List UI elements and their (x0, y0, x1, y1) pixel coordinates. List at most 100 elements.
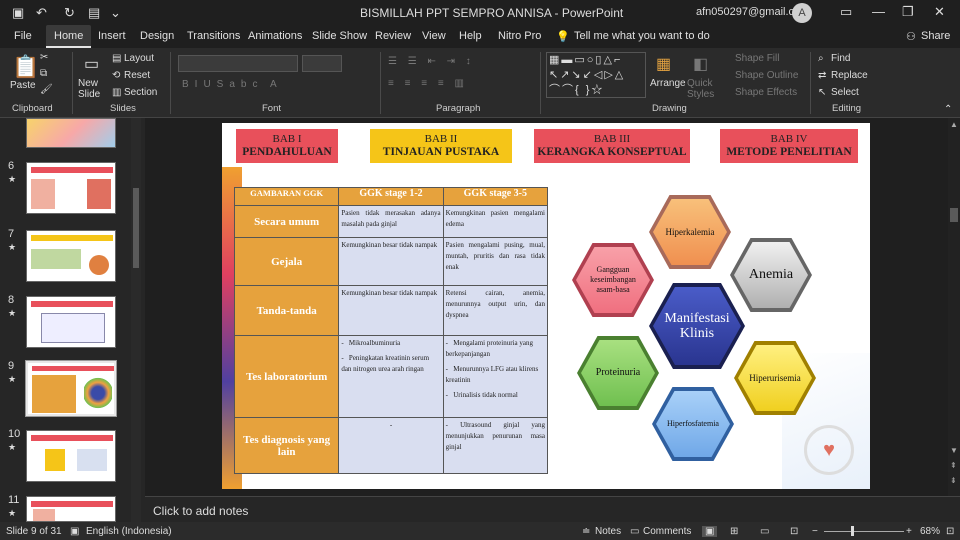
zoom-in-icon[interactable]: + (906, 526, 912, 537)
replace-icon: ⇄ (818, 70, 827, 81)
close-icon[interactable]: ✕ (934, 4, 945, 20)
slide-thumbnail-6[interactable] (26, 162, 116, 214)
redo-icon[interactable]: ↻ (64, 5, 75, 21)
font-name-select[interactable] (178, 55, 298, 72)
bab-title: PENDAHULUAN (242, 146, 332, 158)
table-cell: Kemungkinan besar tidak nampak (338, 237, 444, 286)
animation-star-icon: ★ (8, 242, 17, 252)
table-row: Tes laboratorium - Mikroalbuminuria - Pe… (233, 335, 549, 418)
tab-view[interactable]: View (422, 30, 446, 42)
section-button[interactable]: Section (124, 87, 157, 98)
slide-number: 10 (8, 428, 21, 440)
thumbnail-scrollbar[interactable] (131, 118, 141, 522)
slide-thumbnail-7[interactable] (26, 230, 116, 282)
paste-icon[interactable]: 📋 (12, 54, 39, 80)
quick-styles-button[interactable]: Quick Styles (687, 78, 719, 100)
hex-proteinuria[interactable]: Proteinuria (577, 336, 659, 410)
minimize-icon[interactable]: — (872, 4, 885, 19)
bab-4-box[interactable]: BAB IV METODE PENELITIAN (720, 129, 858, 163)
font-size-select[interactable] (302, 55, 342, 72)
table-header-row: GAMBARAN GGK GGK stage 1-2 GGK stage 3-5 (233, 187, 549, 206)
avatar[interactable]: A (792, 3, 812, 23)
bab-3-box[interactable]: BAB III KERANGKA KONSEPTUAL (534, 129, 690, 163)
collapse-ribbon-icon[interactable]: ⌃ (944, 104, 952, 115)
normal-view-icon[interactable]: ▣ (702, 526, 718, 537)
language-indicator[interactable]: English (Indonesia) (86, 526, 172, 537)
shapes-gallery[interactable]: ▦▬▭○▯△⌐ ↖↗↘↙◁▷△ ⌒⌒{ }☆ (546, 52, 646, 98)
reading-view-icon[interactable]: ▭ (760, 526, 769, 537)
arrange-icon[interactable]: ▦ (656, 54, 671, 74)
slide-thumbnail-5[interactable] (26, 118, 116, 148)
cut-icon[interactable]: ✂ (40, 52, 48, 63)
save-icon[interactable]: ▣ (12, 5, 24, 21)
copy-icon[interactable]: ⧉ (40, 68, 47, 79)
slideshow-icon[interactable]: ⊡ (790, 526, 798, 537)
slide-thumbnail-9-selected[interactable] (25, 360, 117, 417)
quick-styles-icon[interactable]: ◧ (693, 54, 708, 74)
share-button[interactable]: Share (921, 30, 950, 42)
bab-1-box[interactable]: BAB I PENDAHULUAN (236, 129, 338, 163)
shape-outline-button[interactable]: Shape Outline (735, 70, 798, 81)
align-icons[interactable]: ≡ ≡ ≡ ≡ ▥ (388, 78, 468, 89)
list-item: - Mikroalbuminuria (341, 339, 401, 347)
zoom-level[interactable]: 68% (920, 526, 940, 537)
tab-animations[interactable]: Animations (248, 30, 302, 42)
font-color-icon[interactable]: A (270, 79, 277, 90)
layout-button[interactable]: Layout (124, 53, 154, 64)
undo-icon[interactable]: ↶ (36, 5, 47, 21)
restore-icon[interactable]: ❐ (902, 4, 914, 20)
tab-file[interactable]: File (14, 30, 32, 42)
slide-thumbnail-11[interactable] (26, 496, 116, 522)
tell-me-search[interactable]: Tell me what you want to do (574, 30, 710, 42)
tab-review[interactable]: Review (375, 30, 411, 42)
tab-insert[interactable]: Insert (98, 30, 126, 42)
paste-button[interactable]: Paste (10, 80, 36, 91)
list-icons[interactable]: ☰ ☰ ⇤ ⇥ ↕ (388, 56, 475, 67)
slide-thumbnail-8[interactable] (26, 296, 116, 348)
arrange-button[interactable]: Arrange (650, 78, 686, 89)
notes-toggle[interactable]: Notes (595, 526, 621, 537)
notes-placeholder[interactable]: Click to add notes (153, 504, 248, 518)
tab-nitro-pro[interactable]: Nitro Pro (498, 30, 541, 42)
present-icon[interactable]: ▤ (88, 5, 100, 21)
tab-slide-show[interactable]: Slide Show (312, 30, 367, 42)
shape-effects-button[interactable]: Shape Effects (735, 87, 797, 98)
hex-hiperfosfatemia[interactable]: Hiperfosfatemia (652, 387, 734, 461)
slide-canvas[interactable]: BAB I PENDAHULUAN BAB II TINJAUAN PUSTAK… (222, 123, 870, 489)
slide-sorter-icon[interactable]: ⊞ (730, 526, 738, 537)
tab-transitions[interactable]: Transitions (187, 30, 240, 42)
new-slide-button[interactable]: New Slide (78, 78, 110, 100)
slide-scrollbar[interactable]: ▲ ▼ ⇞ ⇟ (948, 118, 960, 496)
fit-slide-icon[interactable]: ⊡ (946, 526, 954, 537)
shape-fill-button[interactable]: Shape Fill (735, 53, 779, 64)
notes-pane[interactable]: Click to add notes (145, 496, 960, 522)
zoom-slider-thumb[interactable] (851, 526, 854, 536)
tab-home[interactable]: Home (46, 25, 92, 48)
ggk-table[interactable]: GAMBARAN GGK GGK stage 1-2 GGK stage 3-5… (233, 187, 549, 474)
hex-anemia[interactable]: Anemia (730, 238, 812, 312)
table-cell: Pasien tidak merasakan adanya masalah pa… (338, 205, 444, 238)
find-button[interactable]: Find (831, 53, 850, 64)
ribbon-display-icon[interactable]: ▭ (840, 4, 852, 20)
font-format-icons[interactable]: BIUSabc (182, 79, 263, 90)
new-slide-icon[interactable]: ▭ (84, 54, 99, 74)
bab-2-box[interactable]: BAB II TINJAUAN PUSTAKA (370, 129, 512, 163)
comments-toggle[interactable]: Comments (643, 526, 691, 537)
replace-button[interactable]: Replace (831, 70, 868, 81)
slide-thumbnail-10[interactable] (26, 430, 116, 482)
tab-design[interactable]: Design (140, 30, 174, 42)
zoom-slider[interactable] (824, 531, 904, 532)
bab-title: KERANGKA KONSEPTUAL (537, 146, 687, 158)
spell-check-icon[interactable]: ▣ (70, 526, 79, 537)
bab-title: TINJAUAN PUSTAKA (382, 146, 500, 158)
hex-manifestasi-klinis[interactable]: Manifestasi Klinis (649, 283, 745, 369)
hex-gangguan-asam-basa[interactable]: Gangguan keseimbangan asam-basa (572, 243, 654, 317)
zoom-out-icon[interactable]: − (812, 526, 818, 537)
share-icon[interactable]: ⚇ (906, 30, 916, 43)
hex-hiperkalemia[interactable]: Hiperkalemia (649, 195, 731, 269)
tab-help[interactable]: Help (459, 30, 482, 42)
customize-qat-icon[interactable]: ⌄ (110, 5, 121, 21)
format-painter-icon[interactable]: 🖌 (40, 84, 53, 95)
reset-button[interactable]: Reset (124, 70, 150, 81)
select-button[interactable]: Select (831, 87, 859, 98)
